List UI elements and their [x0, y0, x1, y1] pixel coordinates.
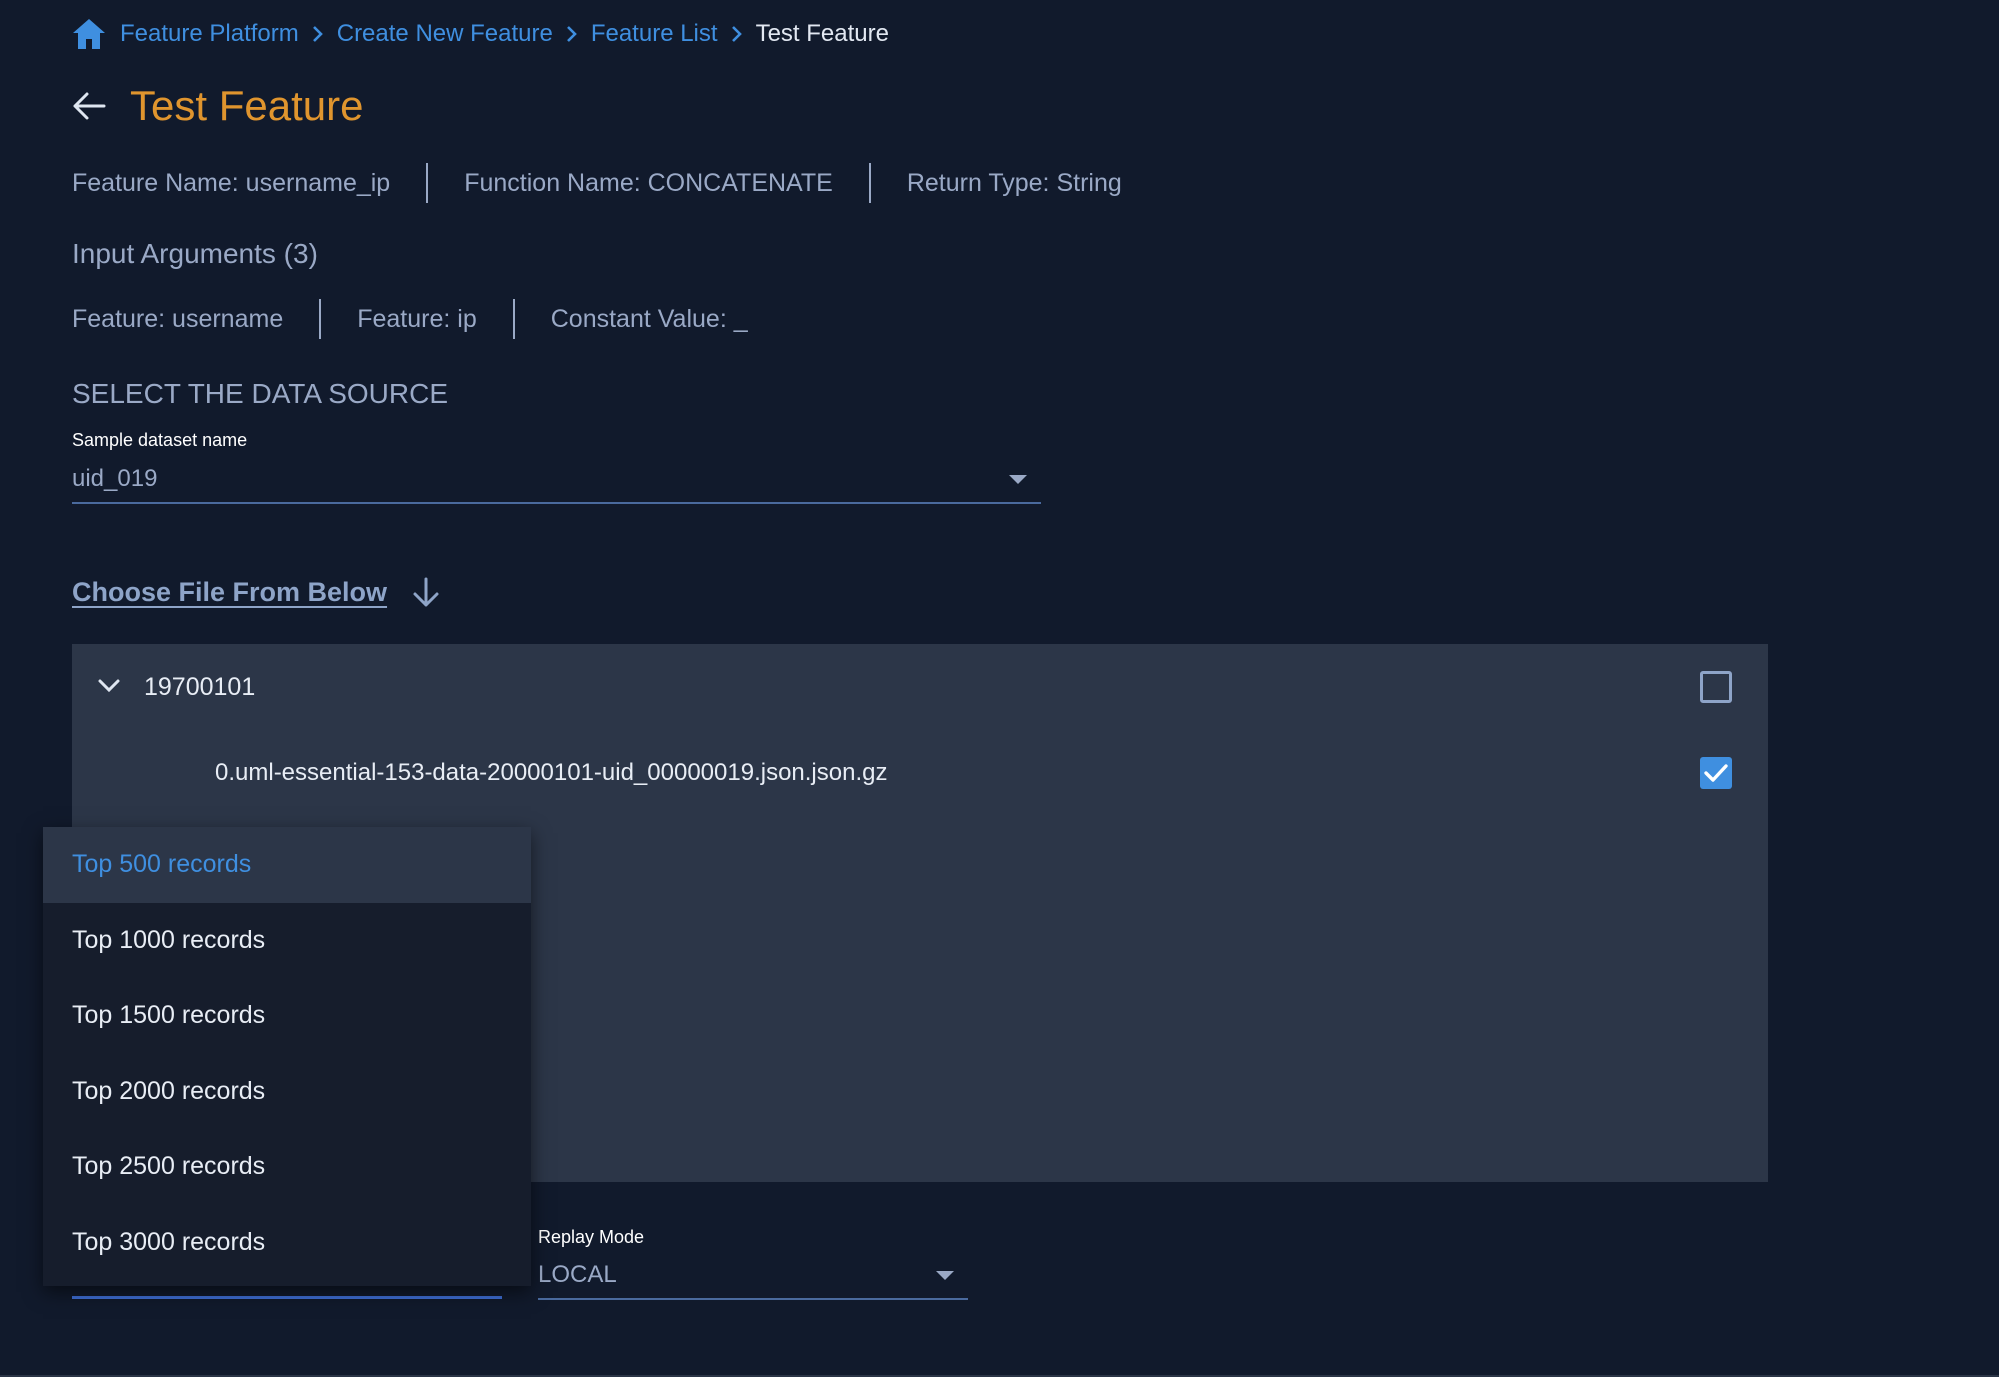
- argument-item: Feature: username: [72, 305, 284, 333]
- breadcrumb-current: Test Feature: [755, 20, 889, 47]
- menu-item-top-1000[interactable]: Top 1000 records: [43, 903, 531, 979]
- check-icon: [1704, 764, 1728, 782]
- argument-item: Feature: ip: [319, 299, 513, 339]
- return-type: Return Type: String: [868, 163, 1158, 203]
- dataset-select[interactable]: uid_019: [72, 456, 1041, 504]
- file-row[interactable]: 0.uml-essential-153-data-20000101-uid_00…: [72, 730, 1768, 816]
- chevron-right-icon: [565, 24, 579, 44]
- replay-mode-value: LOCAL: [538, 1261, 617, 1288]
- arrow-down-icon: [411, 576, 441, 608]
- replay-mode-select[interactable]: LOCAL: [538, 1252, 968, 1300]
- home-icon[interactable]: [72, 18, 106, 50]
- breadcrumb-feature-list[interactable]: Feature List: [591, 20, 718, 48]
- chevron-right-icon: [730, 24, 744, 44]
- page-title: Test Feature: [130, 82, 364, 129]
- file-checkbox[interactable]: [1700, 757, 1732, 789]
- chevron-right-icon: [311, 24, 325, 44]
- replay-mode-label: Replay Mode: [538, 1227, 645, 1247]
- dataset-label: Sample dataset name: [72, 430, 248, 450]
- choose-file: Choose File From Below: [72, 572, 441, 612]
- page-header: Test Feature: [72, 78, 363, 134]
- choose-file-link[interactable]: Choose File From Below: [72, 577, 387, 608]
- function-name: Function Name: CONCATENATE: [426, 163, 869, 203]
- folder-name: 19700101: [144, 672, 256, 701]
- menu-item-top-1500[interactable]: Top 1500 records: [43, 978, 531, 1054]
- folder-checkbox[interactable]: [1700, 671, 1732, 703]
- input-arguments-list: Feature: username Feature: ip Constant V…: [72, 299, 784, 339]
- menu-item-top-2000[interactable]: Top 2000 records: [43, 1054, 531, 1130]
- menu-item-top-3000[interactable]: Top 3000 records: [43, 1205, 531, 1281]
- menu-item-top-2500[interactable]: Top 2500 records: [43, 1129, 531, 1205]
- feature-info: Feature Name: username_ip Function Name:…: [72, 163, 1158, 203]
- chevron-down-icon[interactable]: [96, 673, 122, 704]
- caret-down-icon: [936, 1270, 954, 1280]
- records-select-underline: [72, 1296, 502, 1299]
- argument-item: Constant Value: _: [512, 299, 784, 339]
- data-source-heading: SELECT THE DATA SOURCE: [72, 378, 449, 409]
- caret-down-icon: [1009, 474, 1027, 484]
- dataset-select-value: uid_019: [72, 465, 158, 492]
- file-name: 0.uml-essential-153-data-20000101-uid_00…: [215, 759, 888, 786]
- records-menu: Top 500 records Top 1000 records Top 150…: [43, 827, 531, 1286]
- breadcrumb: Feature Platform Create New Feature Feat…: [72, 14, 889, 54]
- input-arguments-heading: Input Arguments (3): [72, 238, 318, 269]
- breadcrumb-create-new-feature[interactable]: Create New Feature: [337, 20, 553, 48]
- feature-name: Feature Name: username_ip: [72, 169, 391, 197]
- folder-row[interactable]: 19700101: [72, 644, 1768, 730]
- menu-item-top-500[interactable]: Top 500 records: [43, 827, 531, 903]
- arrow-left-icon[interactable]: [72, 88, 108, 124]
- breadcrumb-feature-platform[interactable]: Feature Platform: [120, 20, 299, 48]
